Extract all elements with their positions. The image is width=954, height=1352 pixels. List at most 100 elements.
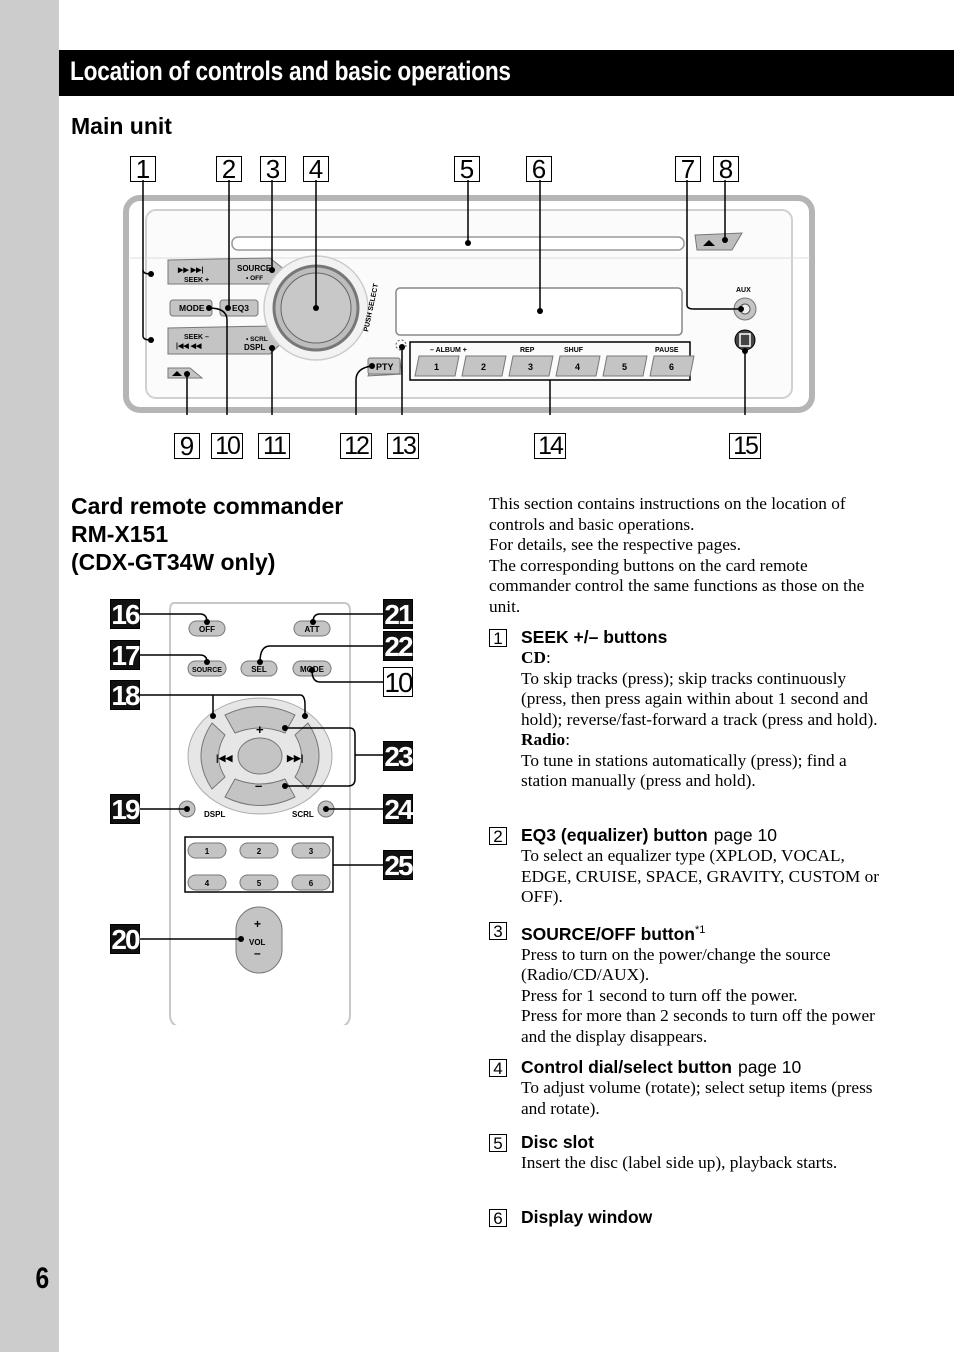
callout-19: 19	[110, 794, 141, 825]
footnote-marker: *1	[695, 924, 706, 936]
remote-diagram: OFFATTSOURCESELMODE123456 + – |◀◀ ▶▶| DS…	[140, 602, 384, 1025]
svg-text:▶▶|: ▶▶|	[286, 753, 303, 763]
item-number: 3	[489, 922, 507, 940]
preset-label: 2	[481, 362, 486, 372]
disc-slot	[231, 236, 685, 251]
remote-source-label: SOURCE	[192, 667, 222, 674]
shuf-label: SHUF	[564, 347, 584, 354]
callout-8: 8	[713, 156, 739, 182]
source-label: SOURCE	[237, 264, 272, 273]
radio-label: Radio	[521, 730, 566, 749]
callout-12: 12	[340, 433, 372, 459]
page-number: 6	[35, 1262, 50, 1295]
callout-11: 11	[258, 433, 290, 459]
item-number: 4	[489, 1059, 507, 1077]
intro-paragraph: This section contains instructions on th…	[489, 494, 846, 534]
dpad-center	[237, 737, 283, 775]
callout-15: 15	[729, 433, 761, 459]
dpad-minus-label: –	[255, 778, 262, 793]
dspl-label: DSPL	[244, 343, 265, 352]
item-title: Display window	[521, 1207, 653, 1227]
intro-text: This section contains instructions on th…	[489, 494, 879, 617]
callout-10: 10	[211, 433, 243, 459]
off-label: • OFF	[246, 275, 263, 282]
callout-18: 18	[110, 680, 141, 711]
ir-receiver	[734, 329, 756, 351]
callout-20: 20	[110, 924, 141, 955]
vol-minus-label: –	[254, 946, 261, 960]
svg-text:|◀◀ ◀◀: |◀◀ ◀◀	[176, 343, 202, 350]
eq3-label: EQ3	[232, 303, 249, 313]
item-number: 2	[489, 827, 507, 845]
preset-label: 4	[575, 362, 580, 372]
cd-label: CD	[521, 648, 546, 667]
aux-label: AUX	[736, 287, 751, 294]
callout-24: 24	[383, 794, 414, 825]
item-text: To adjust volume (rotate); select setup …	[521, 1078, 873, 1118]
item-number: 1	[489, 629, 507, 647]
main-unit-heading: Main unit	[71, 113, 172, 139]
remote-heading-line-2: RM-X151	[71, 521, 169, 547]
item-text: Insert the disc (label side up), playbac…	[521, 1153, 838, 1172]
preset-label: 3	[528, 362, 533, 372]
remote-sel-label: SEL	[251, 665, 267, 674]
item-title: SOURCE/OFF button	[521, 923, 696, 944]
preset-label: 5	[622, 362, 627, 372]
callout-25: 25	[383, 850, 414, 881]
callout-6: 6	[526, 156, 552, 182]
item-title: Disc slot	[521, 1132, 594, 1152]
item-number: 6	[489, 1209, 507, 1227]
section-title-bar: Location of controls and basic operation…	[59, 50, 954, 96]
callout-16: 16	[110, 599, 141, 630]
item-disc-slot: 5 Disc slot Insert the disc (label side …	[489, 1131, 879, 1174]
callout-10-remote: 10	[383, 667, 414, 698]
callout-14: 14	[534, 433, 566, 459]
remote-heading-line-3: (CDX-GT34W only)	[71, 549, 276, 575]
callout-17: 17	[110, 640, 141, 671]
item-source: 3 SOURCE/OFF button*1 Press to turn on t…	[489, 919, 879, 1047]
callout-1: 1	[130, 156, 156, 182]
scrl-label: • SCRL	[246, 336, 268, 343]
pty-label: PTY	[376, 362, 394, 372]
item-title: EQ3 (equalizer) button	[521, 825, 708, 845]
remote-off-label: OFF	[199, 625, 215, 634]
callout-5: 5	[454, 156, 480, 182]
remote-number-label: 3	[309, 847, 314, 856]
preset-label: 6	[669, 362, 674, 372]
callout-9: 9	[174, 433, 200, 459]
vol-plus-label: +	[254, 917, 261, 931]
remote-number-label: 5	[257, 879, 262, 888]
callout-7: 7	[675, 156, 701, 182]
pause-label: PAUSE	[655, 347, 679, 354]
album-label: – ALBUM +	[430, 347, 467, 354]
cd-text: To skip tracks (press); skip tracks cont…	[521, 668, 878, 729]
remote-scrl-label: SCRL	[292, 810, 314, 819]
callout-2: 2	[216, 156, 242, 182]
item-text: Press for more than 2 seconds to turn of…	[521, 1006, 875, 1046]
item-text: To select an equalizer type (XPLOD, VOCA…	[521, 846, 880, 906]
page-ref: page 10	[713, 825, 777, 845]
callout-22: 22	[383, 631, 414, 662]
remote-att-label: ATT	[305, 625, 320, 634]
remote-heading-line-1: Card remote commander	[71, 493, 344, 519]
item-control-dial: 4 Control dial/select button page 10 To a…	[489, 1056, 879, 1119]
seek-minus-label: SEEK –	[184, 334, 209, 341]
radio-text: To tune in stations automatically (press…	[521, 750, 847, 791]
item-number: 5	[489, 1134, 507, 1152]
callout-21: 21	[383, 599, 414, 630]
svg-text:|◀◀: |◀◀	[216, 753, 233, 763]
remote-number-label: 4	[205, 879, 210, 888]
page-sidebar	[0, 0, 59, 1352]
svg-text:▶▶ ▶▶|: ▶▶ ▶▶|	[177, 267, 203, 274]
section-title: Location of controls and basic operation…	[70, 56, 511, 86]
remote-number-label: 6	[309, 879, 314, 888]
item-seek: 1 SEEK +/– buttons CD: To skip tracks (p…	[489, 626, 879, 792]
rep-label: REP	[520, 347, 535, 354]
main-unit-diagram: ▶▶ ▶▶| SEEK + SOURCE • OFF MODE EQ3 SEEK…	[123, 180, 815, 415]
callout-4: 4	[303, 156, 329, 182]
preset-label: 1	[434, 362, 439, 372]
dpad-plus-label: +	[256, 722, 264, 737]
item-title: Control dial/select button	[521, 1057, 732, 1077]
item-title: SEEK +/– buttons	[521, 627, 668, 647]
remote-number-label: 2	[257, 847, 262, 856]
